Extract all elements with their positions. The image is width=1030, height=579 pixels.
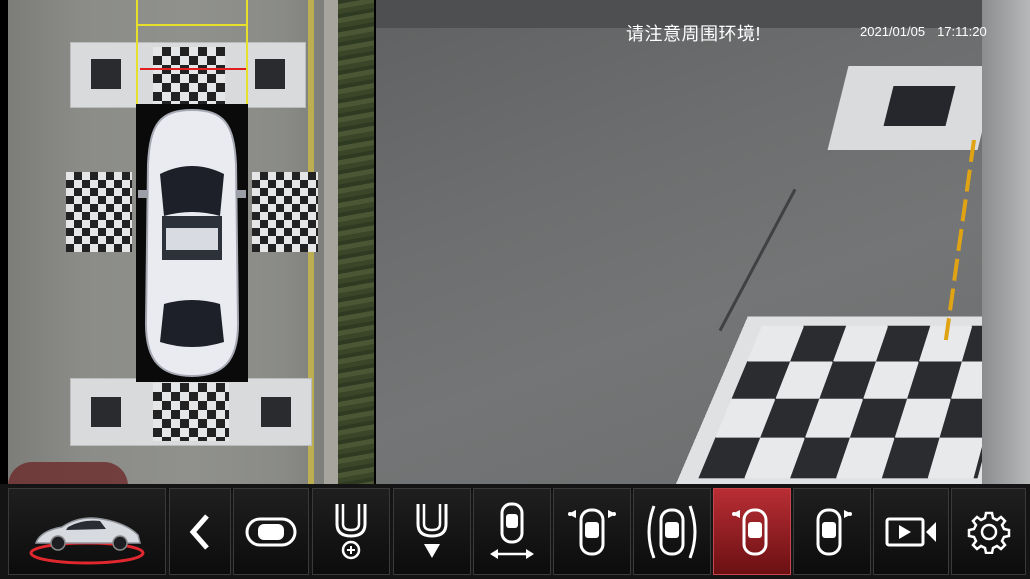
birdseye-view[interactable] <box>8 0 374 484</box>
toolbar <box>0 484 1030 579</box>
datetime: 2021/01/05 17:11:20 <box>860 24 999 39</box>
grass-strip <box>338 0 374 484</box>
calibration-mat-near <box>676 316 1030 484</box>
date-text: 2021/01/05 <box>860 24 926 39</box>
top-view-button[interactable] <box>233 488 309 575</box>
camera-view[interactable] <box>376 0 1030 484</box>
car-front-corners-icon <box>568 508 616 555</box>
curb <box>324 0 338 484</box>
settings-button[interactable] <box>951 488 1026 575</box>
left-front-view-button[interactable] <box>713 488 791 575</box>
guide-line-stop <box>140 68 246 70</box>
video-record-icon <box>885 517 936 546</box>
car-right-front-icon <box>816 508 852 555</box>
car-width-arrow-icon <box>490 502 534 559</box>
curb <box>982 0 1030 484</box>
car-left-front-icon <box>732 508 768 555</box>
car-both-sides-icon <box>647 504 697 559</box>
guide-line-left <box>136 0 138 104</box>
rear-down-view-button[interactable] <box>393 488 471 575</box>
calibration-mat-right <box>252 172 318 252</box>
neighbor-car <box>8 462 128 484</box>
record-button[interactable] <box>873 488 949 575</box>
zoom-in-view-icon <box>335 503 367 559</box>
side-width-view-button[interactable] <box>473 488 551 575</box>
car-topview-icon <box>245 517 297 546</box>
car-model-button[interactable] <box>8 488 166 575</box>
car-model-icon <box>29 516 145 564</box>
calibration-mat-left <box>66 172 132 252</box>
warning-text: 请注意周围环境! <box>626 24 762 44</box>
back-button[interactable] <box>169 488 231 575</box>
chevron-left-icon <box>189 513 209 550</box>
right-front-view-button[interactable] <box>793 488 871 575</box>
guide-line-right <box>246 0 248 104</box>
pavement-seam <box>718 188 797 332</box>
ego-car-model <box>136 104 248 382</box>
front-corners-view-button[interactable] <box>553 488 631 575</box>
rear-down-arrow-icon <box>416 503 448 558</box>
calibration-mat-rear <box>70 378 312 446</box>
time-text: 17:11:20 <box>937 24 987 39</box>
gear-icon <box>967 511 1010 554</box>
both-sides-view-button[interactable] <box>633 488 711 575</box>
calibration-mat-front <box>70 42 306 108</box>
guide-line-top <box>136 24 248 26</box>
zoom-view-button[interactable] <box>312 488 390 575</box>
calibration-mat-far <box>827 66 999 150</box>
